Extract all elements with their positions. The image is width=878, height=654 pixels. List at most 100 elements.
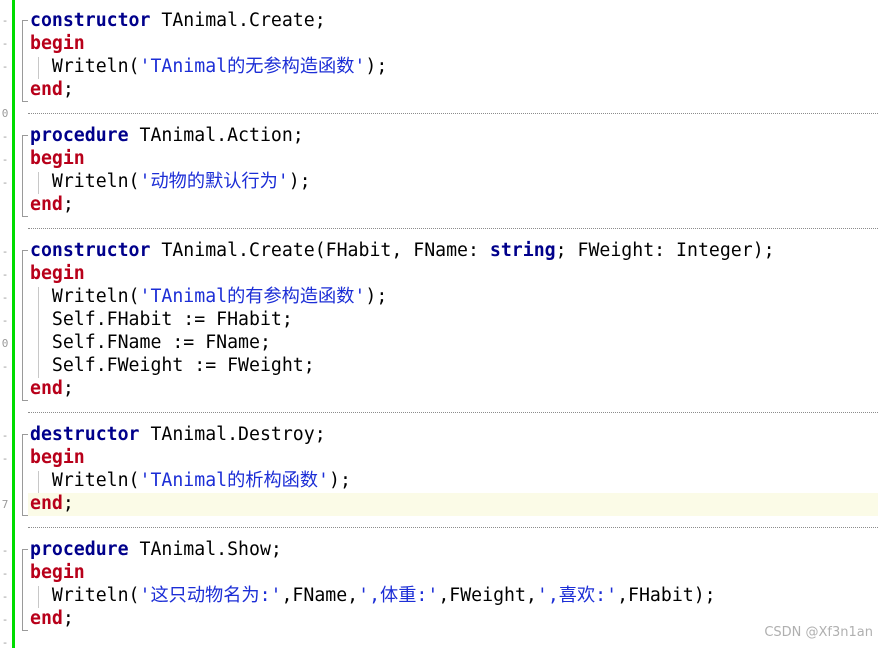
code-text: ); [365, 56, 388, 77]
code-line[interactable]: Writeln('这只动物名为:',FName,',体重:',FWeight,'… [30, 584, 716, 607]
code-line[interactable]: begin [30, 446, 85, 469]
keyword-begin: begin [30, 33, 85, 54]
keyword: procedure [30, 125, 129, 146]
code-text: Self.FHabit := FHabit; [30, 309, 293, 330]
code-text: TAnimal.Destroy; [139, 424, 326, 445]
line-number-gutter: - - - 0 - - - - - - - 0 - - - 7 - - - - … [0, 0, 10, 649]
code-line[interactable]: begin [30, 262, 85, 285]
code-line[interactable]: Self.FName := FName; [30, 331, 271, 354]
code-text: ; [62, 79, 74, 100]
keyword-end: end [30, 194, 63, 215]
code-line[interactable]: end; [30, 78, 74, 101]
code-line[interactable]: end; [30, 377, 74, 400]
keyword-end: end [30, 79, 63, 100]
code-line[interactable]: end; [30, 193, 74, 216]
method-separator [28, 228, 878, 229]
method-separator [28, 527, 878, 528]
code-text: ; [62, 608, 74, 629]
gutter-mark: - [1, 268, 9, 281]
code-text: ; [62, 194, 74, 215]
code-line[interactable]: constructor TAnimal.Create; [30, 9, 326, 32]
code-text: Writeln( [30, 56, 140, 77]
keyword-begin: begin [30, 562, 85, 583]
gutter-mark: - [1, 291, 9, 304]
gutter-mark: 0 [1, 107, 9, 120]
gutter-mark: - [1, 245, 9, 258]
gutter-mark: - [1, 37, 9, 50]
gutter-mark: - [1, 636, 9, 649]
gutter-mark: - [1, 314, 9, 327]
code-line[interactable]: end; [30, 492, 74, 515]
string-literal: 'TAnimal的有参构造函数' [139, 286, 366, 307]
code-line[interactable]: begin [30, 561, 85, 584]
code-text: TAnimal.Create(FHabit, FName: [150, 240, 490, 261]
code-text: ,FName, [281, 585, 359, 606]
code-editor[interactable]: - - - 0 - - - - - - - 0 - - - 7 - - - - … [0, 0, 878, 649]
code-line[interactable]: begin [30, 32, 85, 55]
code-line[interactable]: destructor TAnimal.Destroy; [30, 423, 326, 446]
keyword-end: end [30, 378, 63, 399]
code-line[interactable]: Self.FWeight := FWeight; [30, 354, 315, 377]
gutter-mark: 0 [1, 337, 9, 350]
gutter-mark: 7 [1, 498, 9, 511]
string-literal: '这只动物名为:' [139, 585, 282, 606]
keyword-begin: begin [30, 263, 85, 284]
code-text: Self.FName := FName; [30, 332, 271, 353]
gutter-mark: - [1, 613, 9, 626]
method-separator [28, 113, 878, 114]
string-literal: 'TAnimal的析构函数' [139, 470, 330, 491]
code-text: ,FHabit); [617, 585, 716, 606]
gutter-mark: - [1, 130, 9, 143]
gutter-mark: - [1, 590, 9, 603]
code-line[interactable]: Writeln('TAnimal的有参构造函数'); [30, 285, 387, 308]
code-text: TAnimal.Create; [150, 10, 326, 31]
fold-bracket [22, 143, 28, 217]
fold-bracket [22, 442, 28, 516]
gutter-mark: - [1, 176, 9, 189]
code-text: Writeln( [30, 470, 140, 491]
keyword: procedure [30, 539, 129, 560]
gutter-mark: - [1, 452, 9, 465]
keyword-begin: begin [30, 447, 85, 468]
code-text: Writeln( [30, 585, 140, 606]
code-line[interactable]: procedure TAnimal.Action; [30, 124, 304, 147]
code-text: ; [62, 493, 74, 514]
code-text: ,FWeight, [438, 585, 537, 606]
code-line[interactable]: Self.FHabit := FHabit; [30, 308, 293, 331]
fold-bracket [22, 28, 28, 102]
code-text: ; [62, 378, 74, 399]
code-line[interactable]: Writeln('动物的默认行为'); [30, 170, 311, 193]
keyword-begin: begin [30, 148, 85, 169]
code-line[interactable]: begin [30, 147, 85, 170]
keyword: constructor [30, 10, 151, 31]
watermark: CSDN @Xf3n1an [764, 625, 873, 640]
fold-bracket [22, 258, 28, 401]
code-text: Writeln( [30, 171, 140, 192]
gutter-mark: - [1, 360, 9, 373]
method-separator [28, 412, 878, 413]
code-line[interactable]: constructor TAnimal.Create(FHabit, FName… [30, 239, 775, 262]
gutter-mark: - [1, 429, 9, 442]
string-literal: ',喜欢:' [536, 585, 618, 606]
string-literal: ',体重:' [358, 585, 439, 606]
code-line[interactable]: Writeln('TAnimal的无参构造函数'); [30, 55, 387, 78]
fold-bracket [22, 557, 28, 631]
keyword: destructor [30, 424, 140, 445]
keyword-type: string [489, 240, 556, 261]
string-literal: 'TAnimal的无参构造函数' [139, 56, 366, 77]
code-text: Self.FWeight := FWeight; [30, 355, 315, 376]
code-line[interactable]: end; [30, 607, 74, 630]
code-text: ; FWeight: Integer); [555, 240, 775, 261]
code-text: Writeln( [30, 286, 140, 307]
code-text: ); [329, 470, 351, 491]
code-line[interactable]: procedure TAnimal.Show; [30, 538, 282, 561]
code-line[interactable]: Writeln('TAnimal的析构函数'); [30, 469, 351, 492]
gutter-mark: - [1, 60, 9, 73]
keyword-end: end [30, 608, 63, 629]
change-indicator-bar [12, 0, 15, 648]
keyword-end: end [30, 493, 63, 514]
code-text: TAnimal.Action; [128, 125, 304, 146]
keyword: constructor [30, 240, 151, 261]
gutter-mark: - [1, 153, 9, 166]
gutter-mark: - [1, 544, 9, 557]
